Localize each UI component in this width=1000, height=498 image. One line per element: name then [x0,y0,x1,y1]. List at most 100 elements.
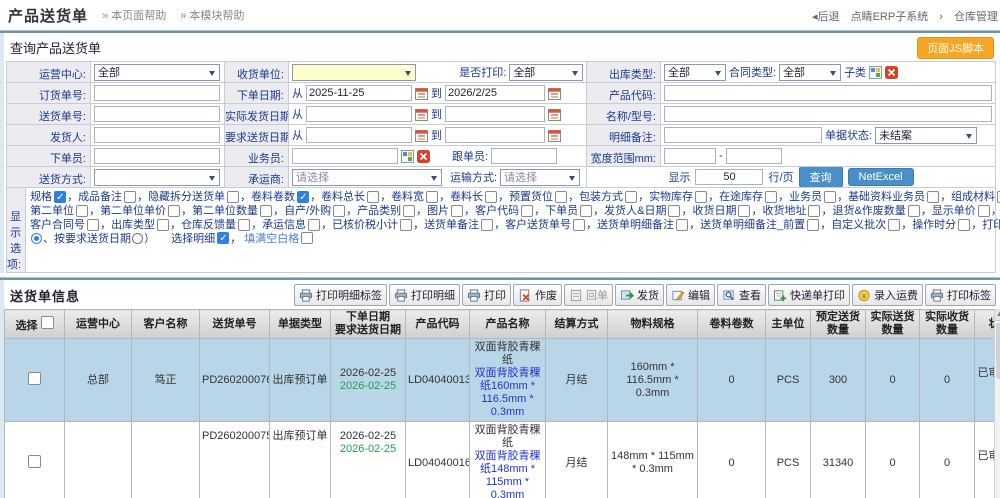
display-option[interactable]: 基础资料业务员 [848,190,951,204]
breadcrumb-system[interactable]: 点睛ERP子系统 [851,11,929,23]
display-option[interactable]: 第二单位 [30,204,100,218]
checkbox-icon[interactable] [888,219,900,231]
print-detail-label-button[interactable]: 打印明细标签 [294,284,387,306]
display-option[interactable]: 仓库反馈量 [181,218,262,232]
checkbox-icon[interactable] [824,191,836,203]
subtype-picker-icon[interactable] [869,66,882,79]
back-link[interactable]: ◂后退 [812,11,840,23]
width-min-input[interactable] [664,148,716,164]
calendar-icon[interactable] [415,108,428,121]
checkbox-icon[interactable] [400,219,412,231]
table-scrollbar[interactable]: ▲ [994,309,1000,498]
select-detail-checkbox[interactable] [217,232,229,244]
checkbox-icon[interactable] [168,205,180,217]
doc-status-select[interactable]: 未结案 [875,127,977,144]
void-button[interactable]: 作废 [513,284,562,306]
enter-freight-button[interactable]: 录入运费 [852,284,923,306]
display-option[interactable]: 第二单位单价 [100,204,192,218]
checkbox-icon[interactable] [927,191,939,203]
row-checkbox[interactable] [28,455,41,468]
receiver-unit-select[interactable] [292,64,416,81]
display-option[interactable]: 业务员 [789,190,848,204]
display-option[interactable]: 退货&作废数量 [832,204,931,218]
checkbox-icon[interactable] [367,191,379,203]
transport-mode-select[interactable]: 请选择 [500,169,580,186]
scroll-up-arrow[interactable]: ▲ [995,309,1000,321]
checkbox-icon[interactable] [807,219,819,231]
table-row[interactable]: 总部 笃正 PD260200076 出库预订单 2026-02-252026-0… [5,339,995,422]
page-help-link[interactable]: » 本页面帮助 [102,7,166,23]
checkbox-icon[interactable] [908,205,920,217]
page-js-script-button[interactable]: 页面JS脚本 [917,37,994,59]
checkbox-icon[interactable] [738,205,750,217]
checkbox-icon[interactable] [555,191,567,203]
checkbox-icon[interactable] [238,219,250,231]
shipper-input[interactable] [94,127,220,143]
row-checkbox[interactable] [28,372,41,385]
order-date-to-input[interactable] [445,85,545,101]
display-option[interactable]: 发货人&日期 [604,204,692,218]
checkbox-icon[interactable] [485,191,497,203]
order-no-input[interactable] [94,85,220,101]
display-option[interactable]: 出库类型 [111,218,181,232]
display-option[interactable]: 卷料宽 [391,190,450,204]
scrollbar-thumb[interactable] [996,323,1000,379]
display-option[interactable]: 下单员 [545,204,604,218]
express-print-button[interactable]: 快递单打印 [768,284,850,306]
print-detail-button[interactable]: 打印明细 [389,284,460,306]
salesman-clear-icon[interactable] [417,150,430,163]
carrier-select[interactable]: 请选择 [292,169,442,186]
calendar-icon[interactable] [548,108,561,121]
checkbox-icon[interactable] [580,205,592,217]
display-option[interactable]: 送货单明细备注_前置 [700,218,831,232]
checkbox-icon[interactable] [451,205,463,217]
checkbox-icon[interactable] [676,219,688,231]
contract-type-select[interactable]: 全部 [779,64,841,81]
checkbox-icon[interactable] [625,191,637,203]
display-option[interactable]: 客户代码 [475,204,545,218]
display-option[interactable]: 客户送货单号 [505,218,597,232]
checkbox-icon[interactable] [521,205,533,217]
checkbox-icon[interactable] [403,205,415,217]
checkbox-icon[interactable] [765,191,777,203]
display-option[interactable]: 收货日期 [692,204,762,218]
display-option[interactable]: 在途库存 [719,190,789,204]
required-date-to-input[interactable] [445,127,545,143]
display-option[interactable]: 送货单明细备注 [597,218,700,232]
ship-date-from-input[interactable] [306,106,412,122]
sort-by-order-date-radio[interactable] [31,233,42,244]
checkbox-icon[interactable] [426,191,438,203]
display-option[interactable]: 操作时分 [912,218,982,232]
calendar-icon[interactable] [548,129,561,142]
table-row[interactable]: PD260200075 出库预订单 2026-02-252026-02-25 L… [5,422,995,498]
fill-blank-checkbox[interactable] [301,232,313,244]
merchandiser-input[interactable] [491,148,557,164]
product-code-input[interactable] [664,85,992,101]
display-option[interactable]: 组成材料 [951,190,1000,204]
display-option[interactable]: 承运信息 [262,218,332,232]
checkbox-icon[interactable] [260,205,272,217]
name-model-input[interactable] [664,106,992,122]
rows-per-page-input[interactable] [695,169,763,185]
salesman-input[interactable] [292,148,398,164]
view-button[interactable]: 查看 [717,284,766,306]
display-option[interactable]: 客户合同号 [30,218,111,232]
display-option[interactable]: 显示单价 [932,204,1000,218]
display-option[interactable]: 成品备注 [78,190,148,204]
calendar-icon[interactable] [415,87,428,100]
netexcel-button[interactable]: NetExcel [848,168,914,186]
display-option[interactable]: 卷料总长 [321,190,391,204]
checkbox-icon[interactable] [76,205,88,217]
display-option[interactable]: 产品类别 [357,204,427,218]
ship-date-to-input[interactable] [445,106,545,122]
checkbox-icon[interactable] [124,191,136,203]
breadcrumb-module[interactable]: 仓库管理 [954,11,998,23]
display-option[interactable]: 规格 [30,190,78,204]
checkbox-icon[interactable] [333,205,345,217]
display-option[interactable]: 图片 [427,204,475,218]
checkbox-icon[interactable] [308,219,320,231]
print-label-button[interactable]: 打印标签 [925,284,996,306]
out-type-select[interactable]: 全部 [664,64,726,81]
sort-by-required-date-radio[interactable] [132,233,143,244]
checkbox-icon[interactable] [808,205,820,217]
